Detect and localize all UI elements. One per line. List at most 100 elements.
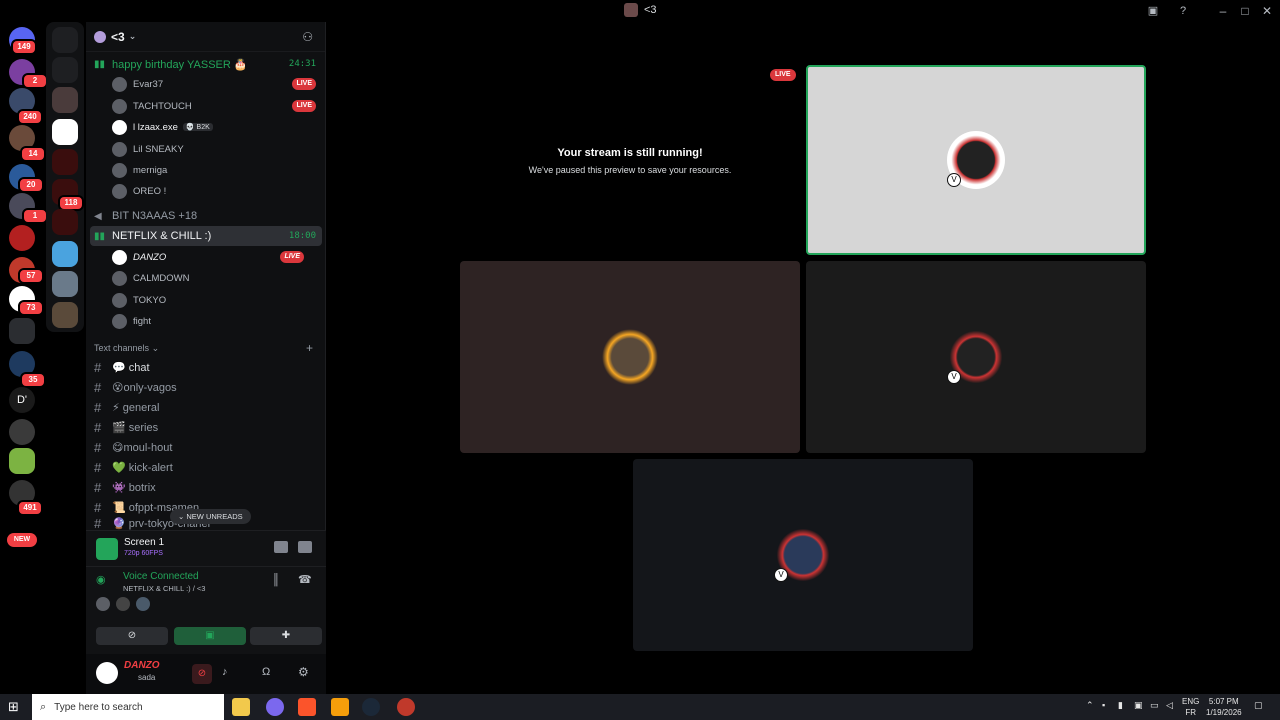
server-icon[interactable] — [52, 119, 78, 145]
text-channel[interactable]: # 💬 chat — [94, 357, 320, 377]
voice-member[interactable]: l lzaax.exe 💀 B2K — [112, 117, 322, 137]
stop-stream-icon[interactable] — [274, 541, 288, 553]
text-channel[interactable]: # 🎬 series — [94, 417, 320, 437]
participant-tile[interactable] — [460, 261, 800, 453]
maximize-button[interactable]: □ — [1236, 2, 1254, 20]
server-icon[interactable]: D' — [9, 387, 35, 413]
text-channel[interactable]: # 👾 botrix — [94, 477, 320, 497]
hash-icon: # — [94, 359, 102, 375]
participant-tile-speaking[interactable]: V — [806, 65, 1146, 255]
avatar — [112, 98, 127, 114]
voice-member[interactable]: merniga — [112, 160, 322, 180]
network-icon[interactable]: ▭ — [1150, 700, 1159, 711]
inbox-icon[interactable]: ▣ — [1146, 4, 1160, 18]
voice-channel-bit[interactable]: ◀ BIT N3AAAS +18 — [90, 206, 322, 226]
avatar[interactable] — [116, 597, 130, 611]
steam-icon[interactable] — [362, 698, 380, 716]
text-channel[interactable]: # 😋moul-hout — [94, 437, 320, 457]
voice-member[interactable]: TOKYO — [112, 290, 322, 310]
avatar[interactable] — [136, 597, 150, 611]
tray-icon[interactable]: ▣ — [1134, 700, 1143, 711]
notification-icon[interactable]: ▢ — [1254, 700, 1263, 711]
server-icon[interactable] — [52, 302, 78, 328]
new-pill[interactable]: NEW — [7, 533, 37, 547]
avatar[interactable] — [96, 662, 118, 684]
voice-member[interactable]: OREO ! — [112, 181, 322, 201]
unread-badge: 2 — [22, 73, 48, 89]
activities-button[interactable]: ✚ — [250, 627, 322, 645]
voice-member[interactable]: Lil SNEAKY — [112, 139, 322, 159]
paused-title: Your stream is still running! — [557, 147, 703, 159]
badge-icon: V — [774, 568, 788, 582]
close-button[interactable]: ✕ — [1258, 2, 1276, 20]
avatar — [112, 119, 127, 135]
minimize-button[interactable]: – — [1214, 2, 1232, 20]
discord-app-icon[interactable] — [266, 698, 284, 716]
category-text-channels[interactable]: Text channels ⌄ — [94, 343, 159, 354]
taskbar-search[interactable]: ⌕ Type here to search — [32, 694, 224, 720]
voice-channel-path[interactable]: NETFLIX & CHILL :) / <3 — [123, 584, 205, 593]
unread-badge: 57 — [18, 268, 44, 284]
voice-channel-birthday[interactable]: ▮▮ happy birthday YASSER 🎂 24:31 — [90, 54, 322, 74]
clock-date: 1/19/2026 — [1206, 708, 1242, 717]
channel-name: 💬 chat — [112, 361, 150, 374]
soundboard-icon[interactable]: ║ — [272, 574, 280, 586]
server-icon[interactable] — [9, 225, 35, 251]
camera-off-button[interactable]: ⊘ — [96, 627, 168, 645]
file-explorer-icon[interactable] — [232, 698, 250, 716]
text-channel[interactable]: # 💚 kick-alert — [94, 457, 320, 477]
paused-subtitle: We've paused this preview to save your r… — [528, 165, 732, 175]
text-channel[interactable]: # ⚡ general — [94, 397, 320, 417]
microphone-icon[interactable]: ▮ — [1118, 700, 1123, 711]
channel-name: 🎬 series — [112, 421, 159, 434]
app-icon[interactable] — [331, 698, 349, 716]
invite-icon[interactable]: ⚇ — [302, 30, 313, 44]
hash-icon: # — [94, 459, 102, 475]
voice-channel-netflix[interactable]: ▮▮ NETFLIX & CHILL :) 18:00 — [90, 226, 322, 246]
server-icon[interactable] — [52, 271, 78, 297]
chevron-down-icon: ⌄ — [151, 343, 160, 353]
server-header[interactable]: <3 ⌄ ⚇ — [86, 22, 325, 52]
tray-icon[interactable]: ▪ — [1102, 700, 1105, 710]
brave-browser-icon[interactable] — [298, 698, 316, 716]
settings-icon[interactable]: ⚙ — [298, 665, 309, 679]
voice-member[interactable]: TACHTOUCH LIVE — [112, 96, 322, 116]
server-icon[interactable] — [52, 87, 78, 113]
new-unreads-pill[interactable]: ⌄ NEW UNREADS — [170, 509, 251, 524]
voice-member[interactable]: CALMDOWN — [112, 268, 322, 288]
app-icon[interactable] — [397, 698, 415, 716]
voice-member[interactable]: DANZO LIVE — [112, 247, 322, 267]
server-icon[interactable] — [52, 209, 78, 235]
server-icon[interactable] — [52, 57, 78, 83]
windows-start-icon[interactable]: ⊞ — [8, 699, 24, 715]
server-icon[interactable] — [52, 241, 78, 267]
folder-icon[interactable] — [52, 27, 78, 53]
voice-member[interactable]: fight — [112, 311, 322, 331]
disconnect-icon[interactable]: ☎ — [298, 573, 312, 586]
voice-timer: 24:31 — [288, 59, 316, 69]
server-icon[interactable] — [9, 448, 35, 474]
folder-icon[interactable] — [9, 318, 35, 344]
language-indicator[interactable]: ENG FR — [1182, 696, 1199, 718]
avatar[interactable] — [96, 597, 110, 611]
server-icon[interactable] — [52, 149, 78, 175]
lang-top: ENG — [1182, 697, 1200, 706]
stream-settings-icon[interactable] — [298, 541, 312, 553]
participant-tile[interactable]: V — [806, 261, 1146, 453]
add-channel-icon[interactable]: + — [306, 341, 313, 355]
voice-timer: 18:00 — [288, 231, 316, 241]
help-icon[interactable]: ? — [1176, 4, 1190, 18]
participant-tile[interactable]: V — [633, 459, 973, 651]
text-channel[interactable]: # 😵only-vagos — [94, 377, 320, 397]
server-icon[interactable] — [9, 419, 35, 445]
chevron-up-icon[interactable]: ⌃ — [1086, 700, 1094, 711]
camera-off-icon[interactable]: ⊘ — [192, 664, 212, 684]
voice-member[interactable]: Evar37 LIVE — [112, 74, 322, 94]
share-screen-button[interactable]: ▣ — [174, 627, 246, 645]
clock[interactable]: 5:07 PM 1/19/2026 — [1206, 696, 1242, 718]
member-name: TACHTOUCH — [133, 100, 192, 112]
microphone-icon[interactable]: ♪ — [222, 666, 228, 678]
unread-badge: 149 — [11, 39, 37, 55]
headphones-icon[interactable]: Ω — [262, 666, 270, 678]
volume-icon[interactable]: ◁ — [1166, 700, 1173, 711]
